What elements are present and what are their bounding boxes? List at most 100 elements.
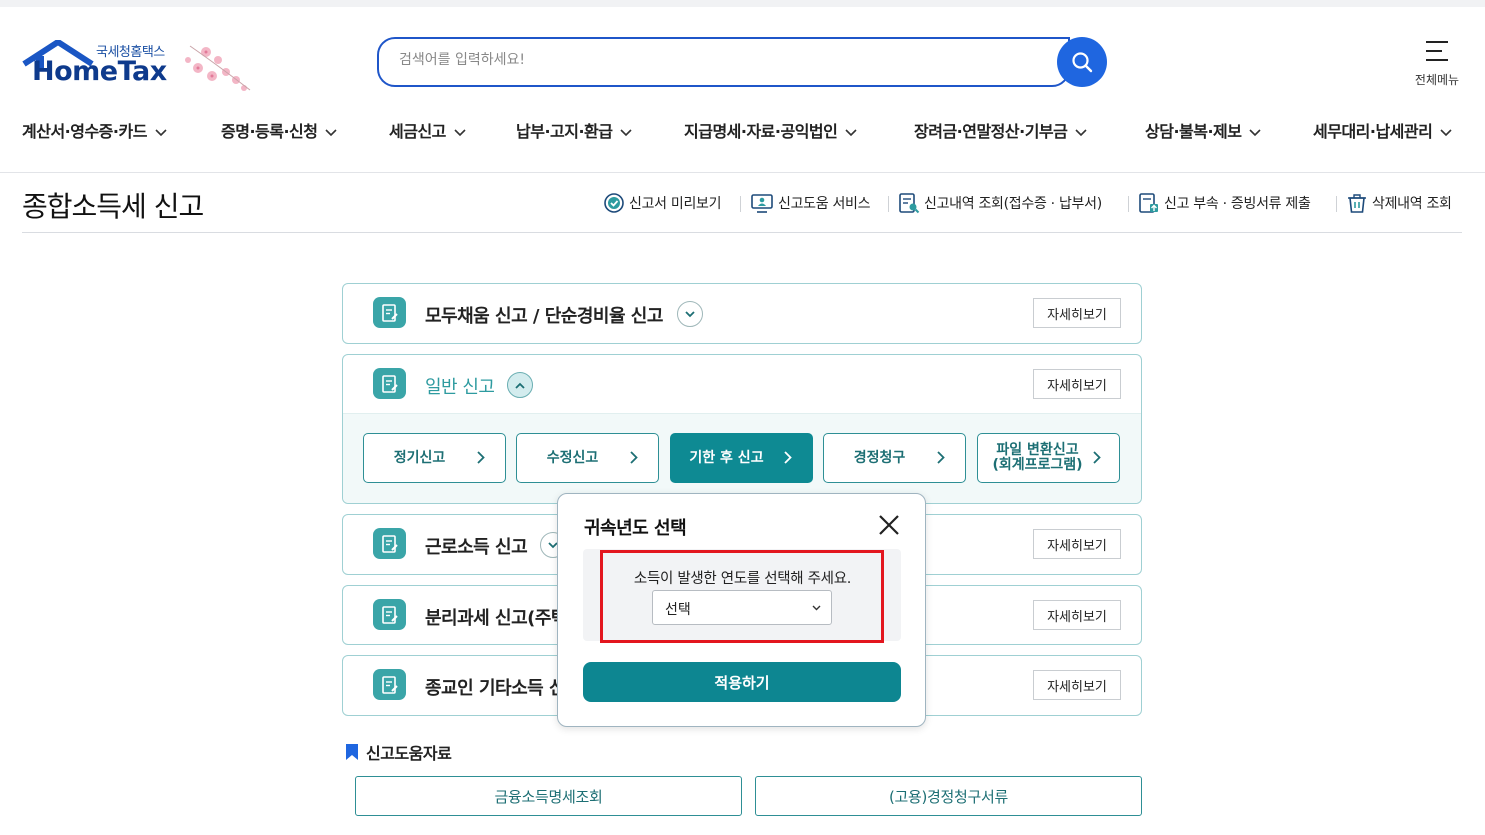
document-pen-icon [373, 297, 406, 328]
title-divider [22, 232, 1462, 233]
chevron-down-icon [845, 128, 857, 136]
apply-button[interactable]: 적용하기 [583, 662, 901, 702]
document-pen-icon [373, 368, 406, 399]
nav-item-tax-agent[interactable]: 세무대리·납세관리 [1313, 118, 1452, 142]
financial-income-lookup-button[interactable]: 금융소득명세조회 [355, 776, 742, 816]
button-label: 정기신고 [393, 449, 446, 466]
nav-item-incentives[interactable]: 장려금·연말정산·기부금 [914, 118, 1087, 142]
search-input[interactable] [399, 52, 1039, 68]
chevron-right-icon [1093, 451, 1101, 464]
all-menu-button[interactable]: 전체메뉴 [1405, 38, 1469, 90]
document-pen-icon [373, 599, 406, 630]
nav-item-label: 장려금·연말정산·기부금 [914, 122, 1068, 141]
document-pen-icon [373, 669, 406, 700]
chevron-down-icon [454, 128, 466, 136]
quick-link-label: 삭제내역 조회 [1372, 196, 1452, 212]
detail-button[interactable]: 자세히보기 [1033, 670, 1121, 700]
check-circle-icon [604, 193, 624, 213]
quick-link-preview[interactable]: 신고서 미리보기 [603, 192, 722, 214]
select-value: 선택 [665, 602, 691, 618]
chevron-right-icon [477, 451, 485, 464]
late-filing-button[interactable]: 기한 후 신고 [670, 433, 813, 483]
chevron-right-icon [784, 451, 792, 464]
collapse-toggle[interactable] [507, 372, 533, 398]
correction-claim-button[interactable]: 경정청구 [823, 433, 966, 483]
accordion-header[interactable]: 일반 신고 자세히보기 [343, 355, 1141, 413]
divider [888, 196, 889, 212]
help-resources-title: 신고도움자료 [366, 744, 452, 763]
nav-divider [0, 172, 1485, 173]
chevron-down-icon [1440, 128, 1452, 136]
quick-link-label: 신고서 미리보기 [629, 196, 722, 212]
detail-button[interactable]: 자세히보기 [1033, 369, 1121, 399]
accordion-title: 종교인 기타소득 신 [425, 678, 566, 699]
nav-item-label: 상담·불복·제보 [1145, 122, 1242, 141]
regular-filing-button[interactable]: 정기신고 [363, 433, 506, 483]
nav-item-label: 세금신고 [389, 122, 446, 141]
amended-filing-button[interactable]: 수정신고 [516, 433, 659, 483]
chevron-down-icon [685, 310, 695, 317]
nav-item-consultation[interactable]: 상담·불복·제보 [1145, 118, 1262, 142]
file-conversion-filing-button[interactable]: 파일 변환신고 (회계프로그램) [977, 433, 1120, 483]
detail-button[interactable]: 자세히보기 [1033, 600, 1121, 630]
chevron-up-icon [515, 382, 525, 389]
quick-link-history[interactable]: 신고내역 조회(접수증 · 납부서) [898, 192, 1102, 214]
quick-link-label: 신고내역 조회(접수증 · 납부서) [924, 196, 1102, 212]
chevron-down-icon [325, 128, 338, 136]
hometax-logo[interactable]: 국세청홈택스 HomeTax [22, 38, 257, 96]
year-select[interactable]: 선택 [652, 590, 832, 625]
chevron-right-icon [937, 451, 945, 464]
modal-message: 소득이 발생한 연도를 선택해 주세요. [633, 571, 852, 587]
button-label: 경정청구 [853, 449, 906, 466]
detail-button[interactable]: 자세히보기 [1033, 298, 1121, 328]
chevron-down-icon [155, 128, 167, 136]
expand-toggle[interactable] [677, 301, 703, 327]
bookmark-icon [346, 744, 358, 760]
chevron-down-icon [1249, 128, 1262, 136]
detail-button[interactable]: 자세히보기 [1033, 529, 1121, 559]
nav-item-invoice[interactable]: 계산서·영수증·카드 [22, 118, 167, 142]
chevron-right-icon [630, 451, 638, 464]
year-select-modal: 귀속년도 선택 소득이 발생한 연도를 선택해 주세요. 선택 적용하기 [557, 493, 926, 727]
nav-item-label: 세무대리·납세관리 [1313, 122, 1433, 141]
cherry-blossom-icon [185, 45, 251, 91]
search-button[interactable] [1057, 37, 1107, 87]
close-icon[interactable] [876, 512, 902, 538]
nav-item-label: 지급명세·자료·공익법인 [684, 122, 838, 141]
divider [1128, 196, 1129, 212]
button-label: 수정신고 [546, 449, 599, 466]
chevron-down-icon [1075, 128, 1087, 136]
document-pen-icon [373, 528, 406, 559]
quick-link-help-service[interactable]: 신고도움 서비스 [750, 192, 871, 214]
nav-item-payment-statements[interactable]: 지급명세·자료·공익법인 [684, 118, 857, 142]
modal-title: 귀속년도 선택 [584, 518, 687, 539]
nav-item-label: 증명·등록·신청 [221, 122, 318, 141]
document-search-icon [899, 193, 920, 214]
hamburger-icon [1426, 41, 1448, 61]
nav-item-certificates[interactable]: 증명·등록·신청 [221, 118, 338, 142]
quick-link-label: 신고도움 서비스 [778, 196, 871, 212]
nav-item-label: 계산서·영수증·카드 [22, 122, 147, 141]
button-label: 파일 변환신고 (회계프로그램) [992, 442, 1083, 473]
quick-link-deleted[interactable]: 삭제내역 조회 [1346, 192, 1452, 214]
help-resources-heading: 신고도움자료 [345, 740, 452, 764]
accordion-title: 분리과세 신고(주택 [425, 608, 567, 629]
top-strip [0, 0, 1485, 7]
search-box[interactable] [377, 37, 1070, 87]
divider [740, 196, 741, 212]
employment-correction-docs-button[interactable]: (고용)경정청구서류 [755, 776, 1142, 816]
chevron-down-icon [812, 605, 821, 611]
divider [1336, 196, 1337, 212]
page-title: 종합소득세 신고 [22, 190, 204, 223]
all-menu-label: 전체메뉴 [1414, 73, 1460, 87]
quick-link-attachments[interactable]: 신고 부속 · 증빙서류 제출 [1138, 192, 1311, 214]
trash-icon [1348, 194, 1366, 213]
nav-item-payment[interactable]: 납부·고지·환급 [516, 118, 633, 142]
accordion-title: 일반 신고 [425, 377, 495, 398]
accordion-header[interactable]: 모두채움 신고 / 단순경비율 신고 자세히보기 [343, 284, 1141, 342]
accordion-general-filing: 일반 신고 자세히보기 정기신고 수정신고 기한 후 신고 경정청구 파일 변환… [342, 354, 1142, 504]
chevron-down-icon [620, 128, 633, 136]
button-label: 기한 후 신고 [689, 449, 764, 466]
monitor-person-icon [751, 194, 773, 213]
nav-item-tax-filing[interactable]: 세금신고 [389, 118, 466, 142]
